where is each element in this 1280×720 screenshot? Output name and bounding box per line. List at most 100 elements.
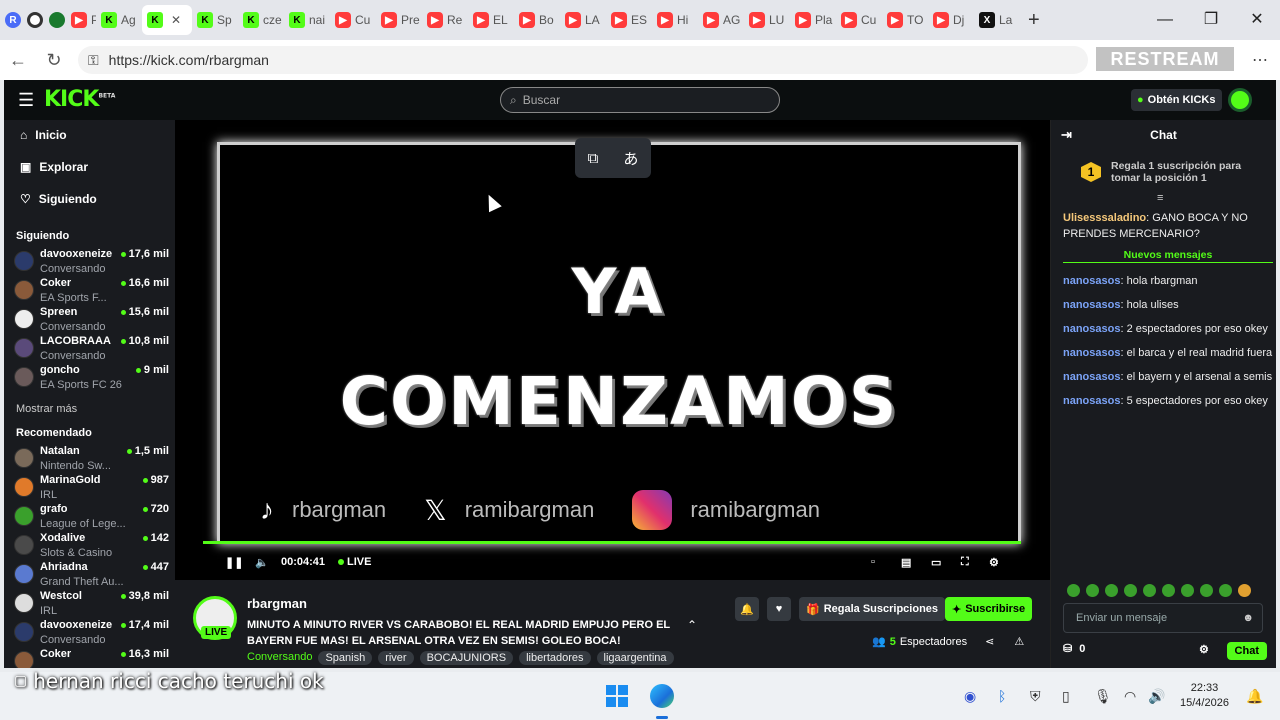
browser-tab[interactable]: ▶ Re	[422, 5, 468, 35]
stream-tag[interactable]: river	[378, 651, 414, 665]
browser-tab[interactable]: Kcze	[238, 5, 284, 35]
sidebar-channel[interactable]: davooxeneize 17,6 mil Conversando	[14, 248, 169, 277]
browser-tab[interactable]	[22, 5, 44, 35]
sidebar-channel[interactable]: Coker 16,6 mil EA Sports F...	[14, 277, 169, 306]
sidebar-nav-explorar[interactable]: ▣ Explorar	[20, 160, 88, 174]
minimize-button[interactable]: —	[1142, 0, 1188, 40]
progress-bar[interactable]	[203, 541, 1021, 544]
category-link[interactable]: Conversando	[247, 651, 312, 665]
wifi-icon[interactable]: ◠	[1124, 688, 1136, 705]
emote-icon[interactable]	[1238, 584, 1251, 597]
sidebar-channel[interactable]: Westcol 39,8 mil IRL	[14, 590, 169, 619]
emote-icon[interactable]	[1200, 584, 1213, 597]
close-window-button[interactable]: ✕	[1234, 0, 1280, 40]
stream-tag[interactable]: BOCAJUNIORS	[419, 651, 514, 665]
show-more-link[interactable]: Mostrar más	[16, 403, 77, 415]
chevron-up-icon[interactable]: ⌃	[687, 618, 697, 632]
search-input[interactable]: ⌕ Buscar	[500, 87, 780, 113]
url-field[interactable]: ⚿ https://kick.com/rbargman	[78, 46, 1088, 74]
browser-tab[interactable]: ▶ Pla	[790, 5, 836, 35]
microphone-icon[interactable]: 🎙	[1094, 688, 1112, 705]
emote-icon[interactable]	[1067, 584, 1080, 597]
reload-button[interactable]: ↻	[36, 50, 72, 71]
share-icon[interactable]: ⋖	[985, 635, 994, 648]
menu-icon[interactable]: ☰	[18, 90, 34, 111]
browser-tab[interactable]: ▶ TO	[882, 5, 928, 35]
browser-tab[interactable]: ▶ Hi	[652, 5, 698, 35]
chat-username[interactable]: nanosasos	[1063, 323, 1120, 335]
edge-icon[interactable]	[650, 684, 674, 708]
theater-icon[interactable]: ▭	[931, 556, 941, 569]
notifications-icon[interactable]: 🔔	[1246, 688, 1263, 705]
browser-tab[interactable]: ▶ Cu	[330, 5, 376, 35]
pinned-toggle-icon[interactable]: ≡	[1157, 192, 1163, 204]
stream-tag[interactable]: Spanish	[318, 651, 373, 665]
send-chat-button[interactable]: Chat	[1226, 642, 1267, 660]
get-kicks-button[interactable]: ● Obtén KICKs	[1131, 89, 1222, 111]
browser-tab[interactable]: ▶ Cu	[836, 5, 882, 35]
browser-tab[interactable]: X La	[974, 5, 1020, 35]
sidebar-channel[interactable]: grafo 720 League of Lege...	[14, 503, 169, 532]
volume-icon[interactable]: 🔈	[255, 556, 269, 569]
channel-name[interactable]: rbargman	[247, 596, 307, 611]
emote-icon[interactable]	[1219, 584, 1232, 597]
emote-icon[interactable]	[1143, 584, 1156, 597]
browser-tab[interactable]: ▶ LU	[744, 5, 790, 35]
emote-icon[interactable]	[1105, 584, 1118, 597]
collapse-chat-icon[interactable]: ⇥	[1061, 120, 1072, 150]
close-tab-icon[interactable]: ✕	[171, 13, 181, 27]
clip-icon[interactable]: ▤	[901, 556, 911, 569]
bluetooth-icon[interactable]: ᛒ	[998, 688, 1006, 704]
browser-tab[interactable]: ▶ Bo	[514, 5, 560, 35]
notifications-button[interactable]: 🔔	[735, 597, 759, 621]
sidebar-channel[interactable]: goncho 9 mil EA Sports FC 26	[14, 364, 169, 393]
browser-tab[interactable]: ▶PR	[66, 5, 96, 35]
browser-tab[interactable]: Knai	[284, 5, 330, 35]
user-avatar[interactable]	[1228, 88, 1252, 112]
maximize-button[interactable]: ❐	[1188, 0, 1234, 40]
usb-icon[interactable]: ▯	[1062, 688, 1070, 705]
emote-icon[interactable]	[1162, 584, 1175, 597]
sidebar-channel[interactable]: Natalan 1,5 mil Nintendo Sw...	[14, 445, 169, 474]
sidebar-channel[interactable]: davooxeneize 17,4 mil Conversando	[14, 619, 169, 648]
browser-tab[interactable]: K Sp	[192, 5, 238, 35]
pip-icon[interactable]: ⧉	[588, 150, 599, 167]
miniplayer-icon[interactable]: ▫	[871, 556, 875, 568]
back-button[interactable]: ←	[0, 50, 36, 71]
tray-security-icon[interactable]: ⛨	[1030, 688, 1041, 705]
emote-icon[interactable]	[1124, 584, 1137, 597]
kick-logo[interactable]: KICKBETA	[44, 87, 115, 112]
clock[interactable]: 22:33 15/4/2026	[1180, 681, 1229, 711]
sidebar-channel[interactable]: Spreen 15,6 mil Conversando	[14, 306, 169, 335]
browser-tab[interactable]: R	[0, 5, 22, 35]
start-button[interactable]	[606, 685, 628, 707]
pause-button[interactable]: ❚❚	[225, 556, 243, 569]
browser-tab[interactable]: ▶ LA	[560, 5, 606, 35]
sidebar-nav-siguiendo[interactable]: ♡ Siguiendo	[20, 192, 97, 206]
sidebar-channel[interactable]: MarinaGold 987 IRL	[14, 474, 169, 503]
browser-tab[interactable]	[44, 5, 66, 35]
tray-app-icon[interactable]: ◉	[964, 688, 976, 705]
browser-tab[interactable]: ▶ AG	[698, 5, 744, 35]
more-menu-icon[interactable]: ⋯	[1252, 50, 1268, 70]
emoji-icon[interactable]: ☻	[1242, 604, 1254, 632]
browser-tab[interactable]: ▶ ES	[606, 5, 652, 35]
browser-tab[interactable]: K Ag	[96, 5, 142, 35]
translate-icon[interactable]: あ	[623, 148, 638, 169]
browser-tab[interactable]: ▶ Dj	[928, 5, 974, 35]
chat-input[interactable]: Enviar un mensaje ☻	[1063, 603, 1263, 633]
sidebar-channel[interactable]: Coker 16,3 mil	[14, 648, 169, 668]
chat-settings-icon[interactable]: ⚙	[1199, 643, 1209, 656]
emote-icon[interactable]	[1181, 584, 1194, 597]
gift-subs-button[interactable]: 🎁 Regala Suscripciones	[799, 597, 946, 621]
stream-tag[interactable]: ligaargentina	[596, 651, 674, 665]
emote-icon[interactable]	[1086, 584, 1099, 597]
browser-tab[interactable]: ▶ EL	[468, 5, 514, 35]
new-tab-button[interactable]: +	[1028, 9, 1040, 32]
sidebar-channel[interactable]: Xodalive 142 Slots & Casino	[14, 532, 169, 561]
stream-tag[interactable]: libertadores	[519, 651, 591, 665]
chat-username[interactable]: nanosasos	[1063, 299, 1120, 311]
fullscreen-icon[interactable]: ⛶	[961, 556, 969, 569]
sidebar-channel[interactable]: Ahriadna 447 Grand Theft Au...	[14, 561, 169, 590]
sidebar-channel[interactable]: LACOBRAAA 10,8 mil Conversando	[14, 335, 169, 364]
